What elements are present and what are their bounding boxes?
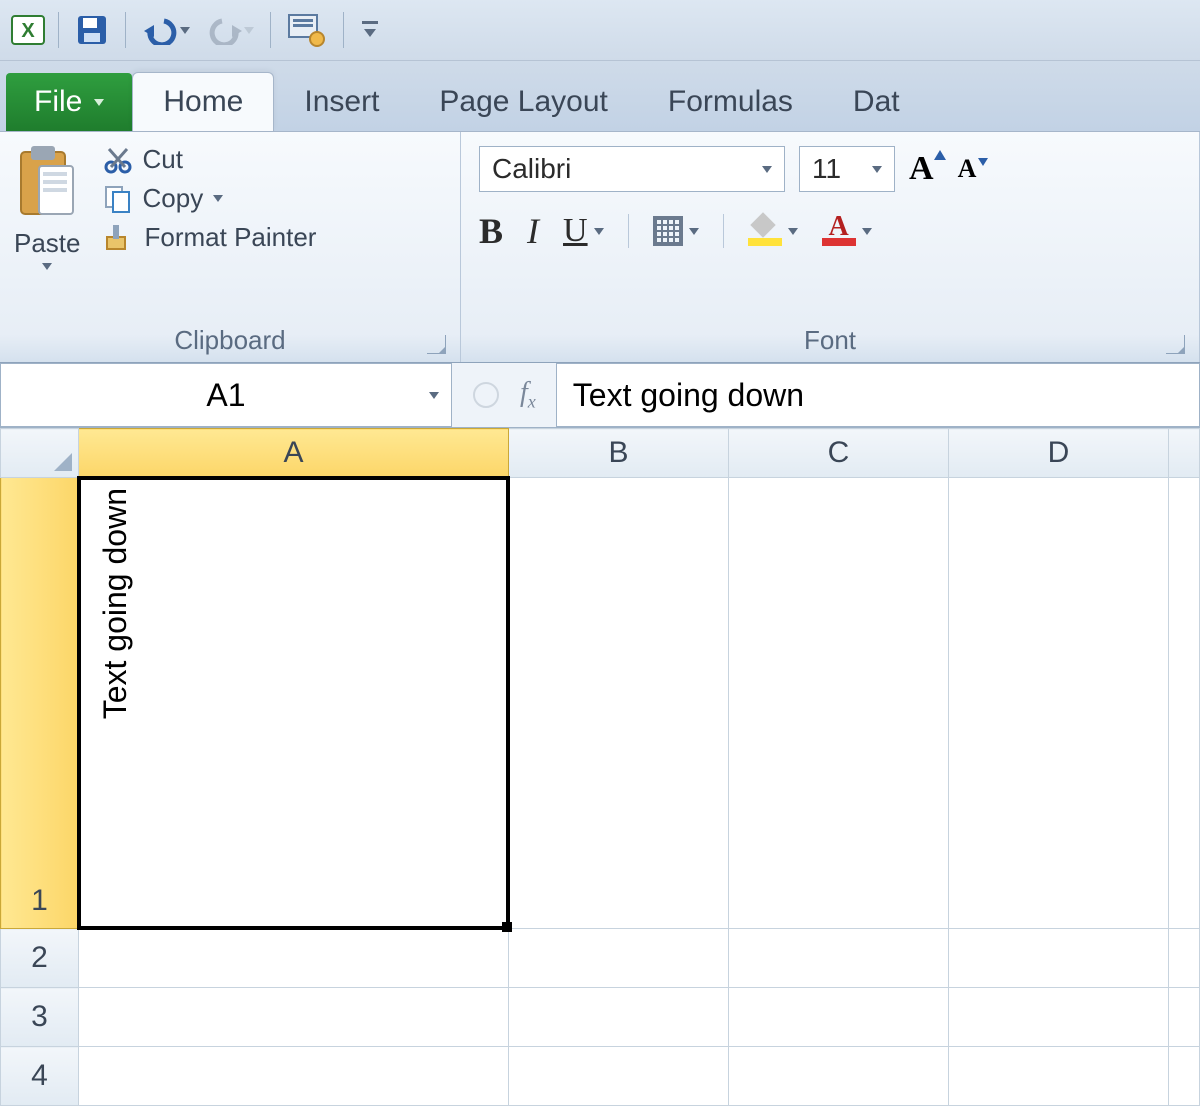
name-box-value: A1 (206, 377, 245, 414)
group-clipboard-label: Clipboard (10, 321, 450, 362)
fx-icon[interactable]: fx (520, 377, 536, 413)
font-size-value: 11 (812, 153, 841, 185)
cell-b1[interactable] (509, 478, 729, 929)
ribbon-tab-row: File Home Insert Page Layout Formulas Da… (0, 61, 1200, 132)
selection-outline (77, 476, 510, 930)
qat-separator (125, 12, 126, 48)
col-header-a[interactable]: A (79, 429, 509, 478)
svg-text:X: X (21, 20, 35, 42)
border-icon (653, 216, 683, 246)
row-header-4[interactable]: 4 (1, 1047, 79, 1106)
fill-color-button[interactable] (748, 216, 798, 246)
cell-b3[interactable] (509, 988, 729, 1047)
col-header-c[interactable]: C (729, 429, 949, 478)
cell-c2[interactable] (729, 929, 949, 988)
underline-button[interactable]: U (563, 212, 604, 250)
tab-page-layout[interactable]: Page Layout (409, 73, 637, 131)
formula-bar[interactable]: Text going down (556, 363, 1200, 427)
border-button[interactable] (653, 216, 699, 246)
bold-button[interactable]: B (479, 210, 503, 252)
scissors-icon (103, 145, 133, 175)
row-header-1[interactable]: 1 (1, 478, 79, 929)
qat-separator (58, 12, 59, 48)
tab-formulas[interactable]: Formulas (638, 73, 823, 131)
tab-file[interactable]: File (6, 73, 132, 131)
group-font: Calibri 11 A A B I U (461, 132, 1200, 362)
font-name-combo[interactable]: Calibri (479, 146, 785, 192)
cut-button[interactable]: Cut (103, 144, 317, 175)
paste-button[interactable]: Paste (10, 138, 91, 270)
shrink-font-button[interactable]: A (958, 154, 987, 184)
clipboard-dialog-launcher-icon[interactable] (427, 335, 446, 354)
cell-a1-value: Text going down (97, 488, 134, 719)
cell-a1[interactable]: Text going down (79, 478, 509, 929)
separator (723, 214, 724, 248)
formula-bar-value: Text going down (573, 377, 804, 414)
copy-icon (103, 184, 133, 214)
paintbrush-icon (103, 223, 135, 253)
tab-file-label: File (34, 85, 82, 119)
font-name-value: Calibri (492, 153, 571, 185)
print-preview-button[interactable] (281, 13, 333, 47)
worksheet-grid: A B C D 1 Text going down 2 (0, 428, 1200, 1106)
group-font-label: Font (471, 321, 1189, 362)
undo-button[interactable] (136, 15, 196, 45)
grow-font-button[interactable]: A (909, 150, 944, 188)
cell-e4[interactable] (1169, 1047, 1200, 1106)
italic-button[interactable]: I (527, 210, 539, 252)
format-painter-label: Format Painter (145, 222, 317, 253)
col-header-b[interactable]: B (509, 429, 729, 478)
cell-e1[interactable] (1169, 478, 1200, 929)
font-size-combo[interactable]: 11 (799, 146, 895, 192)
cell-d1[interactable] (949, 478, 1169, 929)
ribbon: Paste Cut (0, 132, 1200, 363)
cell-d4[interactable] (949, 1047, 1169, 1106)
cancel-icon[interactable] (472, 381, 500, 409)
cell-a3[interactable] (79, 988, 509, 1047)
tab-insert[interactable]: Insert (274, 73, 409, 131)
font-color-button[interactable]: A (822, 216, 872, 246)
cell-d3[interactable] (949, 988, 1169, 1047)
cell-b2[interactable] (509, 929, 729, 988)
font-dialog-launcher-icon[interactable] (1166, 335, 1185, 354)
row-header-2[interactable]: 2 (1, 929, 79, 988)
row-header-3[interactable]: 3 (1, 988, 79, 1047)
tab-data[interactable]: Dat (823, 73, 930, 131)
cell-a4[interactable] (79, 1047, 509, 1106)
font-color-icon: A (822, 216, 856, 246)
cell-e3[interactable] (1169, 988, 1200, 1047)
qat-separator (343, 12, 344, 48)
cut-label: Cut (143, 144, 183, 175)
copy-label: Copy (143, 183, 204, 214)
title-bar: X (0, 0, 1200, 61)
cell-a2[interactable] (79, 929, 509, 988)
cell-c3[interactable] (729, 988, 949, 1047)
cell-c4[interactable] (729, 1047, 949, 1106)
qat-separator (270, 12, 271, 48)
cell-c1[interactable] (729, 478, 949, 929)
group-clipboard: Paste Cut (0, 132, 461, 362)
paste-label: Paste (14, 228, 81, 259)
name-box[interactable]: A1 (0, 363, 452, 427)
cell-d2[interactable] (949, 929, 1169, 988)
customize-qat-button[interactable] (354, 19, 386, 41)
separator (628, 214, 629, 248)
redo-button[interactable] (200, 15, 260, 45)
formula-bar-row: A1 fx Text going down (0, 363, 1200, 428)
cell-e2[interactable] (1169, 929, 1200, 988)
format-painter-button[interactable]: Format Painter (103, 222, 317, 253)
col-header-e[interactable] (1169, 429, 1200, 478)
formula-bar-buttons: fx (452, 363, 556, 427)
copy-button[interactable]: Copy (103, 183, 317, 214)
col-header-d[interactable]: D (949, 429, 1169, 478)
fill-bucket-icon (748, 216, 782, 246)
tab-home[interactable]: Home (132, 72, 274, 131)
save-button[interactable] (69, 13, 115, 47)
cell-b4[interactable] (509, 1047, 729, 1106)
excel-app-icon: X (8, 10, 48, 50)
select-all-corner[interactable] (1, 429, 79, 478)
